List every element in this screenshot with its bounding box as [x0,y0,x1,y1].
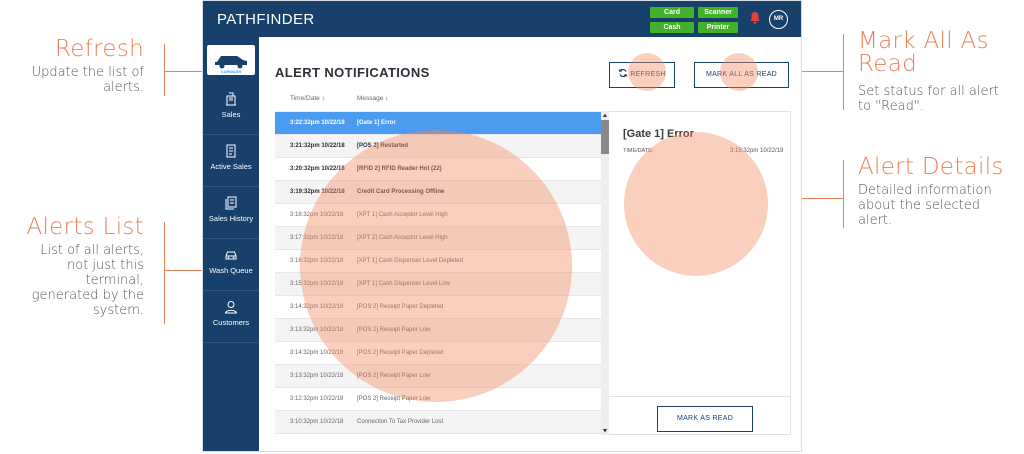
document-icon [226,144,236,158]
annotation-bracket [843,34,844,110]
mark-all-highlight-circle [720,53,758,91]
annotation-heading: Alerts List [26,214,144,240]
sidebar: CARWASH Sales Active Sales Sales History… [203,37,259,451]
scroll-up-icon[interactable] [601,111,609,119]
car-icon [225,251,237,260]
alert-row[interactable]: 3:10:32pm 10/22/18 Connection To Tax Prov… [275,411,609,434]
nav-item-label: Wash Queue [209,266,253,275]
annotation-heading-line: Read [858,51,917,77]
alert-time: 3:13:32pm 10/22/18 [290,373,344,379]
annotation-heading: Alert Details [858,154,1004,180]
history-icon [225,196,237,210]
status-chip-card[interactable]: Card [650,7,694,18]
annotation-heading: Refresh [55,36,144,62]
logo: CARWASH [207,45,255,75]
alerts-scrollbar[interactable] [601,111,609,435]
logo-text: CARWASH [221,69,242,74]
detail-divider [609,396,791,397]
annotation-desc: Set status for all alert to "Read". [858,84,1024,114]
annotation-desc-line: Set status for all alert [858,84,999,99]
alert-time: 3:10:32pm 10/22/18 [290,419,344,425]
annotation-desc: Update the list of alerts. [4,65,144,95]
annotated-screenshot: Refresh Update the list of alerts. Alert… [0,0,1024,454]
annotation-bracket [164,44,165,96]
scrollbar-thumb[interactable] [601,120,609,154]
annotation-desc-line: Update the list of [31,65,144,80]
annotation-desc-line: generated by the [31,288,144,303]
nav-item-wash-queue[interactable]: Wash Queue [203,239,259,291]
page-title: ALERT NOTIFICATIONS [275,65,430,80]
nav-item-customers[interactable]: Customers [203,291,259,343]
alert-time: 3:20:32pm 10/22/18 [290,166,345,172]
annotation-bracket [164,222,165,324]
nav-item-label: Sales History [208,214,254,223]
alert-details-annotation: Alert Details Detailed information about… [858,154,1024,229]
annotation-desc-line: List of all alerts, [40,243,144,258]
alert-message: Connection To Tax Provider Lost [357,419,444,425]
annotation-desc-line: alerts. [103,80,144,95]
annotation-desc: Detailed information about the selected … [858,183,1024,228]
nav-item-label: Active Sales [210,162,252,171]
refresh-annotation: Refresh Update the list of alerts. [4,36,144,96]
status-chip-printer[interactable]: Printer [698,22,738,33]
scroll-down-icon[interactable] [601,427,609,435]
nav-item-sales[interactable]: Sales [203,83,259,135]
user-avatar[interactable]: MR [769,10,788,29]
column-header-message[interactable]: Message ↕ [357,95,388,102]
annotation-heading-line: Mark All As [858,28,989,54]
person-icon [224,301,238,314]
annotation-bracket [843,160,844,228]
nav-item-label: Customers [212,318,250,327]
refresh-highlight-circle [628,53,666,91]
annotation-desc-line: not just this [67,258,144,273]
annotation-desc-line: Detailed information [858,183,992,198]
alert-details-highlight-circle [624,132,768,276]
nav-item-active-sales[interactable]: Active Sales [203,135,259,187]
annotation-heading: Mark All As Read [858,30,1024,76]
receipt-icon [226,92,236,106]
mark-as-read-button[interactable]: MARK AS READ [657,406,753,432]
status-chip-cash[interactable]: Cash [650,22,694,33]
mark-all-annotation: Mark All As Read Set status for all aler… [858,30,1024,115]
nav-item-sales-history[interactable]: Sales History [203,187,259,239]
annotation-desc: List of all alerts, not just this termin… [4,243,144,318]
top-bar: PATHFINDER Card Scanner Cash Printer MR [203,1,801,37]
alerts-list-highlight-circle [300,130,572,402]
nav-item-label: Sales [221,110,241,119]
brand-name: PATHFINDER [217,11,315,28]
car-wash-logo-icon: CARWASH [215,56,247,74]
alert-time: 3:22:32pm 10/22/18 [290,120,345,126]
alert-time: 3:12:32pm 10/22/18 [290,396,344,402]
status-chip-scanner[interactable]: Scanner [698,7,738,18]
alerts-list-annotation: Alerts List List of all alerts, not just… [4,214,144,319]
bell-icon[interactable] [749,11,761,24]
annotation-desc-line: system. [92,303,144,318]
alert-message: [Gate 1] Error [357,120,396,126]
annotation-desc-line: alert. [858,213,893,228]
column-header-time[interactable]: Time/Date ↕ [290,95,325,102]
alert-time: 3:21:32pm 10/22/18 [290,143,345,149]
annotation-desc-line: terminal, [85,273,144,288]
annotation-desc-line: about the selected [858,198,980,213]
annotation-desc-line: to "Read". [858,99,924,114]
refresh-icon [618,68,628,78]
